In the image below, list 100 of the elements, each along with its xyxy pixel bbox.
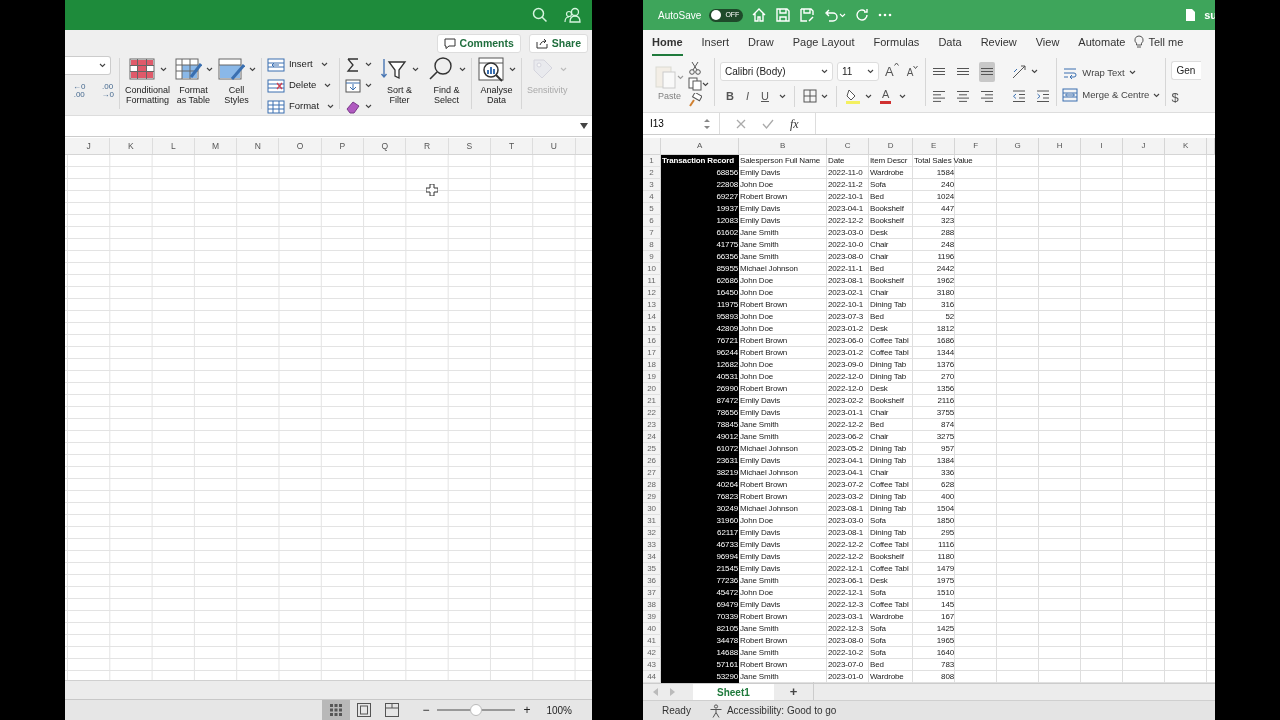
column-header[interactable]: J <box>1123 138 1165 155</box>
row-header[interactable]: 12 <box>643 287 661 299</box>
row-header[interactable]: 35 <box>643 563 661 575</box>
column-header[interactable]: H <box>1039 138 1081 155</box>
row-header[interactable]: 32 <box>643 527 661 539</box>
row-header[interactable]: 40 <box>643 623 661 635</box>
enter-icon[interactable] <box>762 118 774 129</box>
font-name-dropdown[interactable]: Calibri (Body) <box>720 62 833 81</box>
row-header[interactable]: 24 <box>643 431 661 443</box>
fill-color-icon[interactable] <box>844 88 861 104</box>
autosum-button[interactable] <box>345 56 373 73</box>
column-header[interactable]: U <box>533 138 576 154</box>
people-icon[interactable] <box>564 7 582 23</box>
row-header[interactable]: 17 <box>643 347 661 359</box>
ribbon-tab[interactable]: Review <box>980 30 1017 56</box>
ribbon-tab[interactable]: Automate <box>1078 30 1126 56</box>
row-header[interactable]: 2 <box>643 167 661 179</box>
scissors-icon[interactable] <box>688 61 702 75</box>
ribbon-tab[interactable]: Insert <box>701 30 730 56</box>
cancel-icon[interactable] <box>736 118 746 129</box>
column-header[interactable]: L <box>152 138 195 154</box>
column-header[interactable]: D <box>869 138 913 155</box>
cell-styles-button[interactable]: Cell Styles <box>216 56 256 106</box>
column-header[interactable]: F <box>955 138 997 155</box>
column-header[interactable]: G <box>997 138 1039 155</box>
row-header[interactable]: 19 <box>643 371 661 383</box>
slider-thumb[interactable] <box>470 704 483 716</box>
row-header[interactable]: 37 <box>643 587 661 599</box>
grow-font-button[interactable]: A <box>883 61 901 82</box>
row-header[interactable]: 9 <box>643 251 661 263</box>
row-header[interactable]: 18 <box>643 359 661 371</box>
column-header[interactable]: K <box>1165 138 1207 155</box>
save-icon[interactable] <box>775 7 792 23</box>
column-header[interactable]: J <box>68 138 111 154</box>
shrink-font-button[interactable]: A <box>904 61 921 82</box>
row-header[interactable]: 5 <box>643 203 661 215</box>
ribbon-tab[interactable]: Page Layout <box>792 30 855 56</box>
indent-increase-icon[interactable] <box>1035 88 1052 104</box>
wrap-text-button[interactable]: Wrap Text <box>1062 65 1161 80</box>
sheet-tab[interactable]: Sheet1 <box>693 683 774 701</box>
ribbon-tab[interactable]: Data <box>938 30 962 56</box>
share-button[interactable]: Share <box>528 34 588 53</box>
underline-button[interactable]: U <box>759 86 771 106</box>
row-header[interactable]: 15 <box>643 323 661 335</box>
row-header[interactable]: 28 <box>643 479 661 491</box>
row-header[interactable]: 23 <box>643 419 661 431</box>
row-header[interactable]: 31 <box>643 515 661 527</box>
font-color-button[interactable]: A <box>879 88 892 104</box>
copy-icon[interactable] <box>688 77 702 91</box>
analyse-data-button[interactable]: Analyse Data <box>477 56 517 106</box>
search-icon[interactable] <box>532 7 548 23</box>
row-header[interactable]: 38 <box>643 599 661 611</box>
column-header[interactable]: S <box>448 138 491 154</box>
row-header[interactable]: 36 <box>643 575 661 587</box>
row-header[interactable]: 29 <box>643 491 661 503</box>
row-header[interactable]: 42 <box>643 647 661 659</box>
row-header[interactable]: 30 <box>643 503 661 515</box>
column-header[interactable]: B <box>739 138 827 155</box>
ribbon-tab[interactable]: Formulas <box>873 30 920 56</box>
row-header[interactable]: 3 <box>643 179 661 191</box>
redo-icon[interactable] <box>854 7 871 23</box>
column-header[interactable]: P <box>321 138 365 154</box>
vertical-align-button[interactable] <box>979 61 996 82</box>
more-icon[interactable] <box>878 13 893 17</box>
fill-button[interactable] <box>345 77 373 94</box>
bold-button[interactable]: B <box>724 86 736 106</box>
row-header[interactable]: 26 <box>643 455 661 467</box>
number-format-dropdown[interactable]: Gen <box>1171 60 1202 80</box>
row-header[interactable]: 10 <box>643 263 661 275</box>
column-header[interactable]: I <box>1081 138 1123 155</box>
row-header[interactable]: 22 <box>643 407 661 419</box>
column-header[interactable]: R <box>406 138 449 154</box>
sort-filter-button[interactable]: Sort & Filter <box>380 56 420 115</box>
row-header[interactable]: 25 <box>643 443 661 455</box>
row-header[interactable]: 33 <box>643 539 661 551</box>
view-button[interactable] <box>322 700 351 720</box>
row-header[interactable]: 7 <box>643 227 661 239</box>
row-header[interactable]: 44 <box>643 671 661 683</box>
currency-button[interactable]: $ <box>1171 87 1202 108</box>
insert-button[interactable]: Insert <box>266 56 335 73</box>
font-size-dropdown[interactable]: 11 <box>837 62 879 81</box>
column-header[interactable]: O <box>279 138 322 154</box>
row-header[interactable]: 41 <box>643 635 661 647</box>
decimal-button[interactable]: .00 →0 <box>101 83 114 99</box>
row-header[interactable]: 39 <box>643 611 661 623</box>
column-header[interactable]: M <box>194 138 238 154</box>
column-header[interactable]: C <box>827 138 869 155</box>
home-icon[interactable] <box>751 7 768 23</box>
save-as-icon[interactable] <box>799 7 816 23</box>
format-painter-icon[interactable] <box>688 93 702 107</box>
row-header[interactable]: 27 <box>643 467 661 479</box>
insert-function-button[interactable]: fx <box>790 114 799 133</box>
expand-icon[interactable] <box>580 123 588 129</box>
conditional-formatting-button[interactable]: Conditional Formatting <box>124 56 170 106</box>
column-header[interactable]: T <box>490 138 534 154</box>
row-header[interactable]: 14 <box>643 311 661 323</box>
column-header[interactable]: Q <box>364 138 407 154</box>
row-header[interactable]: 11 <box>643 275 661 287</box>
accessibility-status[interactable]: Accessibility: Good to go <box>726 703 837 718</box>
row-header[interactable]: 21 <box>643 395 661 407</box>
